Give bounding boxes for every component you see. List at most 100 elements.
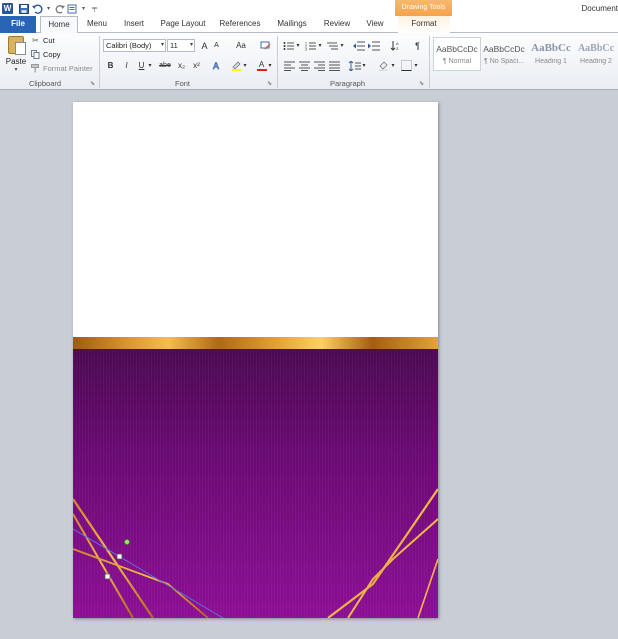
group-divider	[429, 36, 430, 88]
document-canvas[interactable]	[0, 90, 618, 639]
tab-menu[interactable]: Menu	[82, 16, 112, 33]
font-family-select[interactable]: Calibri (Body) ▾	[103, 39, 166, 52]
gold-line	[73, 548, 209, 618]
gold-lines-decoration[interactable]	[73, 349, 438, 618]
gold-ribbon-band[interactable]	[73, 337, 438, 349]
decrease-indent-icon[interactable]	[352, 39, 365, 52]
style-sample: AaBbCc	[577, 43, 615, 54]
font-size-value: 11	[170, 41, 178, 50]
document-page[interactable]	[73, 102, 438, 618]
style-heading-2[interactable]: AaBbCc Heading 2	[574, 37, 618, 71]
shading-dropdown-icon[interactable]: ▾	[389, 59, 397, 72]
tab-page-layout[interactable]: Page Layout	[158, 16, 208, 33]
bold-button[interactable]: B	[104, 59, 117, 72]
svg-text:Z: Z	[396, 46, 399, 51]
increase-indent-icon[interactable]	[367, 39, 380, 52]
gold-line	[327, 488, 438, 618]
style-name: Heading 1	[535, 58, 567, 65]
clear-formatting-icon[interactable]	[259, 39, 272, 52]
gold-line	[73, 498, 154, 618]
paragraph-group-label: Paragraph	[329, 79, 366, 88]
format-painter-label: Format Painter	[43, 64, 93, 73]
clipboard-group-label: Clipboard	[28, 79, 62, 88]
selection-handle	[116, 553, 123, 560]
gold-line	[73, 513, 134, 618]
redo-icon[interactable]	[54, 3, 65, 14]
font-family-value: Calibri (Body)	[106, 41, 152, 50]
style-name: ¶ No Spaci...	[484, 58, 524, 65]
align-left-icon[interactable]	[283, 59, 296, 72]
undo-icon[interactable]	[32, 3, 43, 14]
font-color-glyph: A	[258, 59, 265, 69]
tab-mailings[interactable]: Mailings	[272, 16, 312, 33]
font-color-swatch	[256, 68, 267, 71]
font-group-label: Font	[174, 79, 190, 88]
bullets-dropdown-icon[interactable]: ▾	[294, 39, 302, 52]
chevron-down-icon: ▾	[189, 42, 193, 48]
underline-dropdown-icon[interactable]: ▾	[146, 59, 154, 72]
tab-insert[interactable]: Insert	[118, 16, 150, 33]
copy-icon	[31, 50, 40, 59]
style-no-spacing[interactable]: AaBbCcDc ¶ No Spaci...	[480, 37, 528, 71]
superscript-button[interactable]: x²	[190, 59, 203, 72]
rotation-handle	[124, 538, 131, 545]
cut-label: Cut	[43, 36, 55, 45]
style-name: Heading 2	[580, 58, 612, 65]
line-spacing-dropdown-icon[interactable]: ▾	[360, 59, 368, 72]
tab-view[interactable]: View	[362, 16, 388, 33]
paste-button[interactable]: Paste ▾	[4, 36, 28, 76]
format-painter-button[interactable]: Format Painter	[31, 64, 93, 73]
font-color-dropdown-icon[interactable]: ▾	[266, 59, 274, 72]
justify-icon[interactable]	[328, 59, 341, 72]
cut-button[interactable]: ✂ Cut	[31, 36, 55, 45]
style-normal[interactable]: AaBbCcDc ¶ Normal	[433, 37, 481, 71]
ribbon-tabs: File Home Menu Insert Page Layout Refere…	[0, 16, 618, 33]
drawing-tools-tab-group: Drawing Tools	[395, 0, 452, 16]
font-size-select[interactable]: 11 ▾	[167, 39, 195, 52]
align-right-icon[interactable]	[313, 59, 326, 72]
clipboard-launcher-icon[interactable]: ⬊	[90, 80, 95, 87]
paintbrush-icon	[31, 64, 40, 73]
svg-text:A: A	[213, 61, 219, 71]
tab-home[interactable]: Home	[40, 16, 78, 33]
highlight-dropdown-icon[interactable]: ▾	[241, 59, 249, 72]
group-divider	[277, 36, 278, 88]
style-heading-1[interactable]: AaBbCc Heading 1	[527, 37, 575, 71]
shrink-font-button[interactable]: A	[210, 39, 223, 52]
save-icon[interactable]	[18, 3, 29, 14]
selection-handle	[104, 573, 111, 580]
style-name: ¶ Normal	[442, 58, 472, 65]
chevron-down-icon: ▾	[160, 42, 164, 48]
subscript-button[interactable]: x₂	[175, 59, 188, 72]
undo-dropdown-icon[interactable]: ▾	[43, 3, 54, 14]
tab-review[interactable]: Review	[320, 16, 354, 33]
selected-line	[73, 528, 224, 618]
paragraph-launcher-icon[interactable]: ⬊	[419, 80, 424, 87]
multilevel-dropdown-icon[interactable]: ▾	[338, 39, 346, 52]
align-center-icon[interactable]	[298, 59, 311, 72]
strikethrough-button[interactable]: abe	[157, 59, 173, 72]
document-title: Document	[581, 4, 618, 13]
numbering-dropdown-icon[interactable]: ▾	[316, 39, 324, 52]
print-dropdown-icon[interactable]: ▾	[78, 3, 89, 14]
group-divider	[99, 36, 100, 88]
copy-button[interactable]: Copy	[31, 50, 61, 59]
customize-qat-icon[interactable]: ╤	[89, 3, 100, 14]
print-preview-icon[interactable]	[67, 3, 78, 14]
style-sample: AaBbCcDc	[436, 44, 478, 54]
font-launcher-icon[interactable]: ⬊	[267, 80, 272, 87]
paste-label: Paste	[5, 57, 27, 66]
show-formatting-button[interactable]: ¶	[411, 39, 424, 52]
change-case-button[interactable]: Aa	[232, 39, 250, 52]
text-effects-icon[interactable]: A	[211, 59, 224, 72]
tab-format[interactable]: Format	[398, 16, 450, 33]
gold-line	[347, 518, 438, 618]
borders-dropdown-icon[interactable]: ▾	[412, 59, 420, 72]
italic-button[interactable]: I	[120, 59, 133, 72]
paste-dropdown-icon[interactable]: ▾	[4, 66, 28, 73]
tab-references[interactable]: References	[216, 16, 264, 33]
word-app-icon[interactable]: W	[2, 3, 13, 14]
tab-file[interactable]: File	[0, 16, 36, 33]
svg-text:3: 3	[305, 47, 307, 51]
sort-icon[interactable]: AZ	[389, 39, 402, 52]
